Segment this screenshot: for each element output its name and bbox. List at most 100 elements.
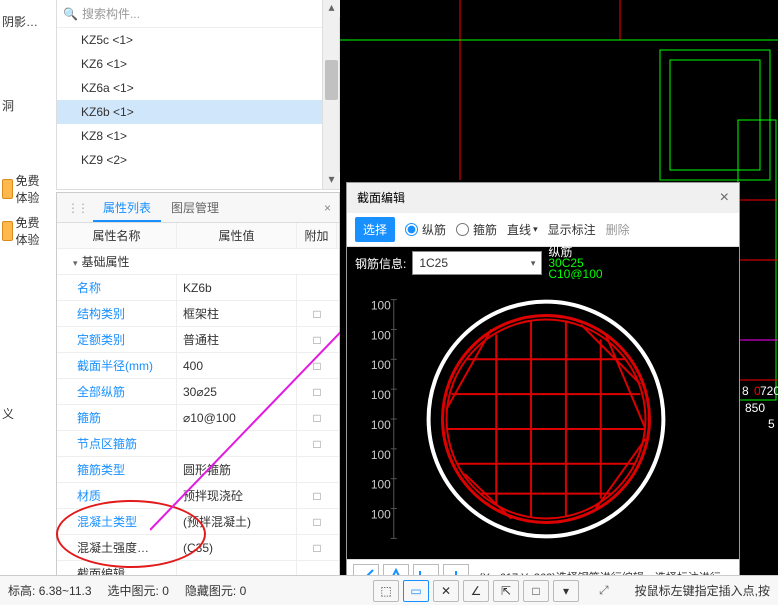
prop-extra[interactable]: □: [297, 509, 337, 535]
left-frag-1: 阴影…: [0, 0, 48, 42]
prop-value[interactable]: (预拌混凝土): [177, 509, 297, 535]
col-extra: 附加: [297, 223, 337, 249]
hint-text: 按鼠标左键指定插入点,按: [635, 582, 770, 599]
badge-icon: [2, 179, 13, 199]
search-placeholder: 搜索构件...: [82, 5, 140, 22]
sel-value: 0: [162, 584, 169, 598]
radio-stirrup[interactable]: 箍筋: [456, 221, 497, 238]
radio-input[interactable]: [405, 223, 418, 236]
prop-extra[interactable]: □: [297, 431, 337, 457]
svg-text:5: 5: [768, 417, 775, 431]
prop-key: 名称: [57, 275, 177, 301]
close-icon[interactable]: ×: [720, 183, 729, 213]
toolbar-icon-6[interactable]: □: [523, 580, 549, 602]
elev-value: 6.38~11.3: [39, 584, 92, 598]
prop-extra[interactable]: [297, 457, 337, 483]
prop-value[interactable]: 预拌现浇砼: [177, 483, 297, 509]
left-frag-5[interactable]: 免费体验: [0, 168, 48, 210]
tree-item-selected[interactable]: KZ6b <1>: [57, 100, 339, 124]
tree-item[interactable]: KZ8 <1>: [57, 124, 339, 148]
hid-value: 0: [240, 584, 247, 598]
scroll-up-icon[interactable]: ▴: [323, 0, 340, 17]
tool-show-annotation[interactable]: 显示标注: [548, 221, 596, 238]
prop-extra[interactable]: □: [297, 379, 337, 405]
prop-extra[interactable]: □: [297, 327, 337, 353]
prop-key: 箍筋类型: [57, 457, 177, 483]
prop-key: 截面半径(mm): [57, 353, 177, 379]
tab-layers[interactable]: 图层管理: [161, 194, 229, 222]
combo-value: 1C25: [419, 256, 448, 270]
prop-extra[interactable]: □: [297, 405, 337, 431]
tree-item[interactable]: KZ6 <1>: [57, 52, 339, 76]
toolbar-icon-3[interactable]: ✕: [433, 580, 459, 602]
chevron-down-icon: ▾: [533, 224, 538, 235]
badge-icon: [2, 221, 13, 241]
toolbar-icon-2[interactable]: ▭: [403, 580, 429, 602]
tool-delete[interactable]: 删除: [606, 221, 630, 238]
prop-key: 结构类别: [57, 301, 177, 327]
toolbar-icon-4[interactable]: ∠: [463, 580, 489, 602]
svg-text:100: 100: [371, 507, 391, 521]
close-icon[interactable]: ×: [316, 201, 339, 215]
svg-text:100: 100: [371, 388, 391, 402]
prop-key: 材质: [57, 483, 177, 509]
prop-value[interactable]: ⌀10@100: [177, 405, 297, 431]
search-input[interactable]: 🔍 搜索构件...: [57, 0, 339, 28]
prop-value[interactable]: 普通柱: [177, 327, 297, 353]
scroll-down-icon[interactable]: ▾: [323, 172, 340, 189]
rebar-summary: 纵筋 30C25 C10@100: [548, 247, 602, 280]
select-button[interactable]: 选择: [355, 217, 395, 242]
left-frag-3: 洞: [0, 84, 48, 126]
toolbar-icon-7[interactable]: ▾: [553, 580, 579, 602]
svg-text:720: 720: [760, 384, 778, 398]
svg-text:850: 850: [745, 401, 765, 415]
rebar-info-label: 钢筋信息:: [355, 255, 406, 272]
rebar-combo[interactable]: 1C25 ▾: [412, 251, 542, 275]
prop-extra[interactable]: □: [297, 483, 337, 509]
prop-extra[interactable]: □: [297, 535, 337, 561]
prop-group[interactable]: 基础属性: [57, 249, 339, 275]
scroll-thumb[interactable]: [325, 60, 338, 100]
panel-title: 截面编辑: [357, 183, 405, 213]
sel-label: 选中图元:: [108, 584, 159, 598]
prop-extra[interactable]: □: [297, 353, 337, 379]
prop-value[interactable]: 30⌀25: [177, 379, 297, 405]
left-frag-6[interactable]: 免费体验: [0, 210, 48, 252]
prop-value[interactable]: 圆形箍筋: [177, 457, 297, 483]
prop-extra[interactable]: □: [297, 301, 337, 327]
tool-line[interactable]: 直线▾: [507, 221, 538, 238]
svg-text:100: 100: [371, 328, 391, 342]
svg-text:100: 100: [371, 418, 391, 432]
prop-value[interactable]: [177, 431, 297, 457]
prop-key: 箍筋: [57, 405, 177, 431]
tree-item[interactable]: KZ9 <2>: [57, 148, 339, 172]
expand-icon[interactable]: ⤢: [599, 583, 609, 598]
prop-extra[interactable]: [297, 275, 337, 301]
property-panel: ⋮⋮ 属性列表 图层管理 × 属性名称 属性值 附加 基础属性 名称KZ6b 结…: [56, 192, 340, 588]
chevron-down-icon: ▾: [531, 258, 536, 269]
section-drawing[interactable]: 100100100100 100100100100: [347, 279, 739, 559]
prop-key: 混凝土强度…: [57, 535, 177, 561]
section-editor-panel: 截面编辑 × 选择 纵筋 箍筋 直线▾ 显示标注 删除 钢筋信息: 1C25 ▾…: [346, 182, 740, 594]
tree-item[interactable]: KZ6a <1>: [57, 76, 339, 100]
left-frag-4: [0, 126, 48, 168]
prop-value[interactable]: KZ6b: [177, 275, 297, 301]
tree-item[interactable]: KZ5c <1>: [57, 28, 339, 52]
prop-value[interactable]: (C35): [177, 535, 297, 561]
left-frag-7: 义: [0, 392, 48, 434]
grip-icon[interactable]: ⋮⋮: [61, 201, 93, 215]
radio-input[interactable]: [456, 223, 469, 236]
search-icon: 🔍: [63, 7, 78, 21]
radio-longitudinal[interactable]: 纵筋: [405, 221, 446, 238]
toolbar-icon-1[interactable]: ⬚: [373, 580, 399, 602]
toolbar-icon-5[interactable]: ⇱: [493, 580, 519, 602]
col-value: 属性值: [177, 223, 297, 249]
hid-label: 隐藏图元:: [185, 584, 236, 598]
scrollbar[interactable]: ▴ ▾: [322, 0, 339, 189]
tab-properties[interactable]: 属性列表: [93, 194, 161, 222]
col-name: 属性名称: [57, 223, 177, 249]
component-tree: 🔍 搜索构件... KZ5c <1> KZ6 <1> KZ6a <1> KZ6b…: [56, 0, 340, 190]
prop-value[interactable]: 框架柱: [177, 301, 297, 327]
prop-value[interactable]: 400: [177, 353, 297, 379]
elev-label: 标高:: [8, 584, 35, 598]
